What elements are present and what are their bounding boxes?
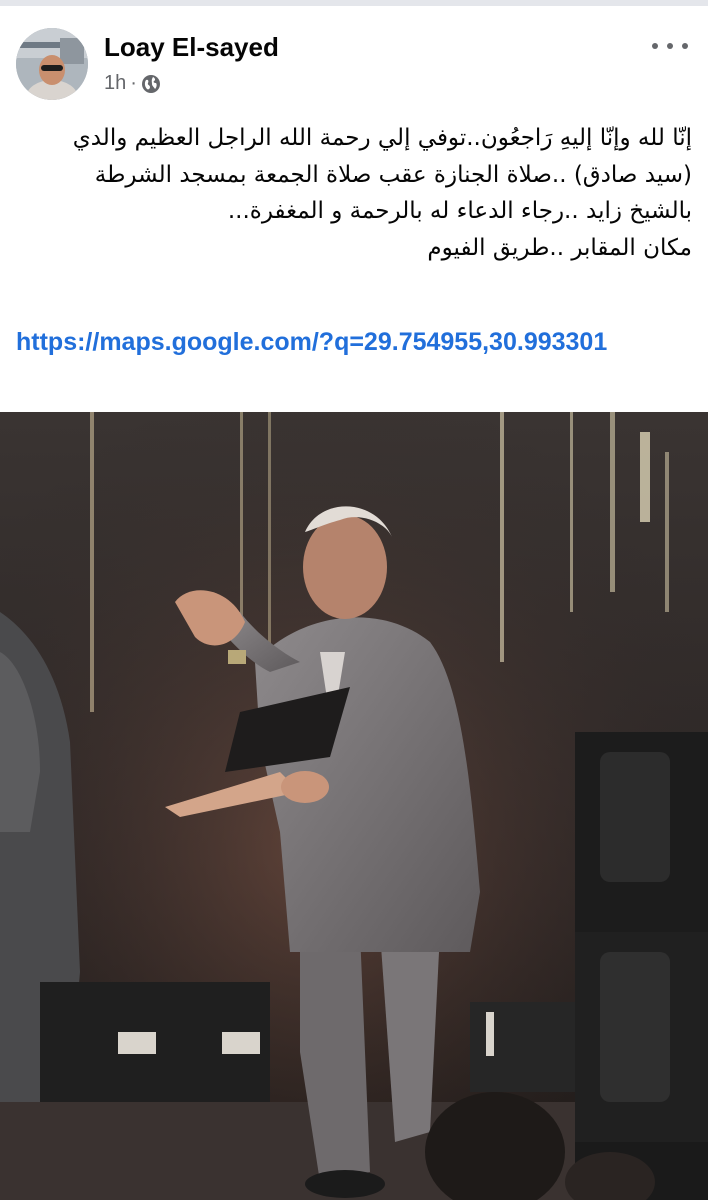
- post-photo[interactable]: [0, 412, 708, 1200]
- more-options-button[interactable]: [648, 32, 692, 60]
- post-header: Loay El-sayed 1h ·: [16, 28, 692, 100]
- post-text-line: إنّا لله وإنّا إليهِ رَاجعُون..توفي إلي …: [72, 125, 692, 151]
- stage-photo-image: [0, 412, 708, 1200]
- timestamp[interactable]: 1h: [104, 72, 126, 95]
- avatar[interactable]: [16, 28, 88, 100]
- feed-divider: [0, 0, 708, 6]
- post-text-line: بالشيخ زايد ..رجاء الدعاء له بالرحمة و ا…: [227, 198, 692, 224]
- map-link[interactable]: https://maps.google.com/?q=29.754955,30.…: [16, 324, 616, 360]
- post-meta: 1h ·: [104, 72, 161, 95]
- post-text-line: مكان المقابر ..طريق الفيوم: [427, 234, 692, 261]
- avatar-image: [16, 28, 88, 100]
- globe-icon: [141, 74, 160, 93]
- meta-separator: ·: [130, 72, 137, 94]
- author-name[interactable]: Loay El-sayed: [104, 32, 279, 63]
- post-text-line: (سيد صادق) ..صلاة الجنازة عقب صلاة الجمع…: [94, 161, 692, 188]
- more-horizontal-icon: [652, 43, 658, 49]
- post-body-text: إنّا لله وإنّا إليهِ رَاجعُون..توفي إلي …: [16, 120, 692, 266]
